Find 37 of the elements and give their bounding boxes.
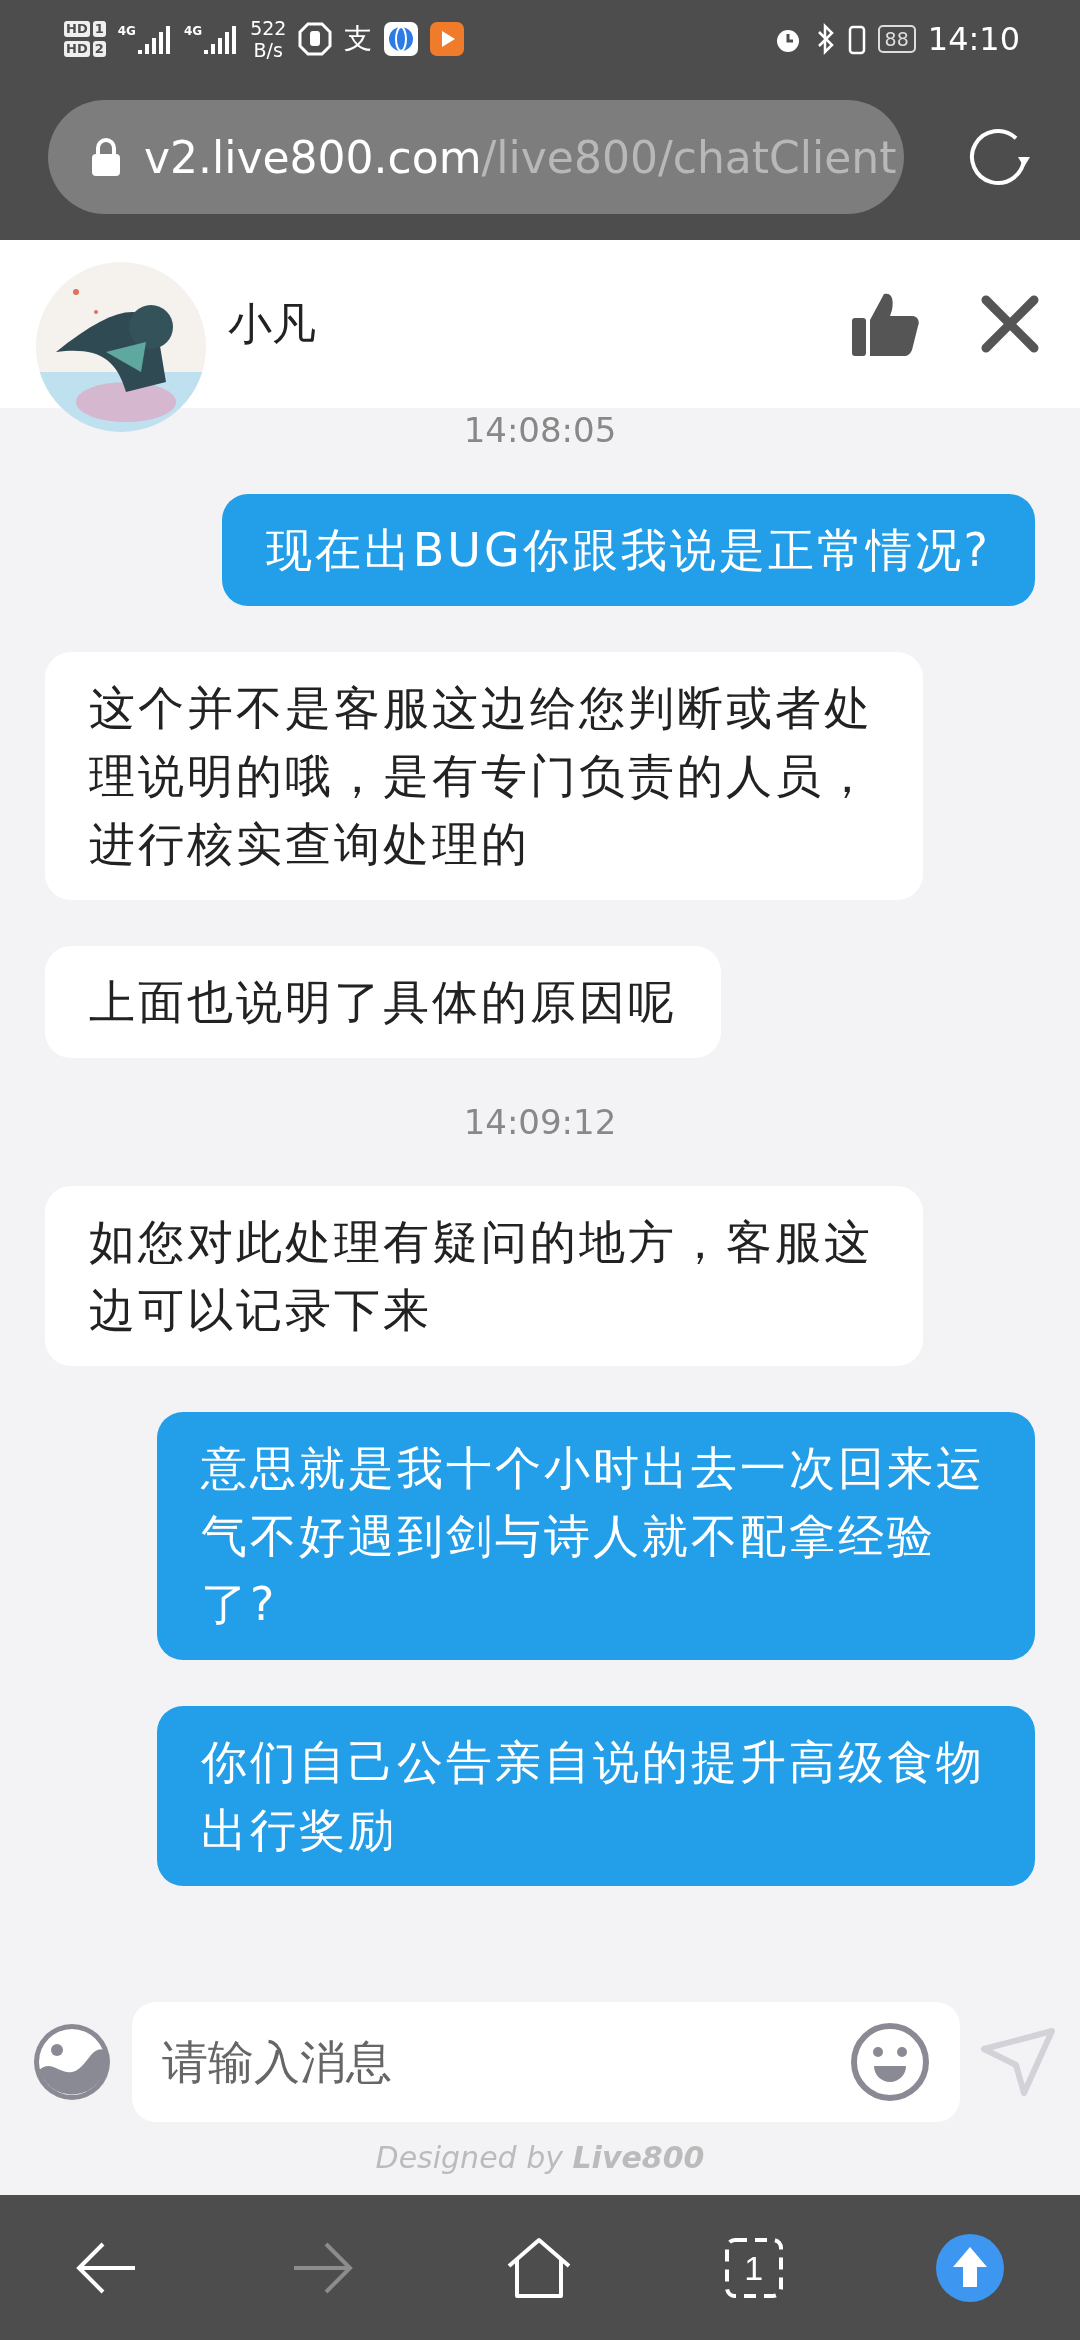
clock: 14:10	[927, 20, 1020, 58]
battery-level: 88	[877, 25, 916, 53]
image-button[interactable]	[32, 2022, 112, 2102]
close-button[interactable]	[980, 294, 1040, 354]
sent-message: 意思就是我十个小时出去一次回来运气不好遇到剑与诗人就不配拿经验了?	[157, 1412, 1035, 1660]
sim-badge: HD	[64, 21, 90, 37]
emoji-button[interactable]	[850, 2022, 930, 2102]
sim-slot: 2	[92, 41, 106, 57]
address-bar[interactable]: v2.live800.com/live800/chatClient	[48, 100, 904, 214]
speed-unit: B/s	[253, 39, 283, 61]
timestamp: 14:08:05	[463, 412, 617, 448]
sent-message: 你们自己公告亲自说的提升高级食物出行奖励	[157, 1706, 1035, 1886]
network-speed: 522	[250, 17, 287, 39]
tabs-button[interactable]: 1	[723, 2236, 784, 2299]
sim-badge: HD	[64, 41, 90, 57]
scroll-up-button[interactable]	[934, 2232, 1005, 2303]
vibrate-icon	[847, 23, 866, 55]
network-type: 4G	[117, 24, 136, 38]
footer-credit: Designed by Live800	[374, 2139, 706, 2177]
received-message: 上面也说明了具体的原因呢	[45, 946, 721, 1058]
signal-icon	[137, 24, 172, 54]
agent-name: 小凡	[228, 296, 317, 351]
play-app-icon	[430, 22, 465, 56]
home-button[interactable]	[505, 2235, 573, 2300]
message-input[interactable]: 请输入消息	[132, 2002, 960, 2122]
timestamp: 14:09:12	[463, 1104, 617, 1140]
globe-icon	[384, 22, 419, 56]
lock-icon	[90, 138, 122, 176]
network-type: 4G	[183, 24, 203, 38]
sim-slot: 1	[92, 21, 106, 37]
signal-icon	[204, 24, 239, 54]
bluetooth-icon	[815, 23, 836, 55]
sent-message: 现在出BUG你跟我说是正常情况?	[221, 494, 1035, 606]
app-glyph: 支	[344, 21, 373, 57]
received-message: 如您对此处理有疑问的地方，客服这边可以记录下来	[45, 1186, 923, 1366]
url-text: v2.live800.com/live800/chatClient	[144, 131, 897, 183]
received-message: 这个并不是客服这边给您判断或者处理说明的哦，是有专门负责的人员，进行核实查询处理的	[45, 652, 923, 900]
